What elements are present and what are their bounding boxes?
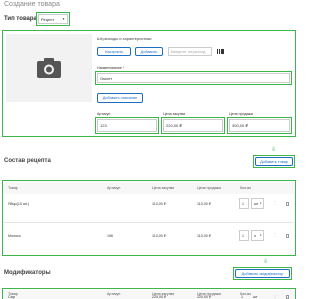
required-mark: * xyxy=(122,66,125,70)
recipe-row-2-qty: 1 xyxy=(242,233,244,238)
page-title: Создание товара xyxy=(4,1,60,8)
name-input[interactable]: Омлет xyxy=(97,73,290,83)
add-product-button[interactable]: Добавить товар xyxy=(255,157,293,166)
recipe-col-product: Товар xyxy=(8,186,18,190)
recipe-row-1-more-icon[interactable]: ⋮ xyxy=(273,200,277,205)
recipe-row-1-qty: 1 xyxy=(242,201,244,206)
barcode-placeholder: Введите штрихкод xyxy=(171,49,206,54)
settings-button[interactable]: Настроить xyxy=(97,47,131,56)
recipe-row-2-purchase: 110,00 ₽ xyxy=(152,234,167,238)
add-barcode-button[interactable]: Добавить xyxy=(135,47,163,56)
camera-icon xyxy=(37,58,61,78)
recipe-row-1-unit-select[interactable]: шт ▼ xyxy=(251,198,264,209)
recipe-row-2-sale: 110,00 ₽ xyxy=(197,234,212,238)
purchase-price-label: Цена закупки xyxy=(163,112,186,116)
modifiers-row-1-qty[interactable]: 1 xyxy=(241,295,243,299)
recipe-row-2-delete-icon[interactable] xyxy=(286,234,289,238)
article-input[interactable]: 123 xyxy=(97,119,157,132)
modifiers-title: Модификаторы xyxy=(4,270,51,276)
modifiers-row-1-delete-icon[interactable] xyxy=(286,295,289,299)
add-description-button[interactable]: Добавить описание xyxy=(97,93,143,103)
modifiers-row-1-unit[interactable]: шт xyxy=(253,295,258,299)
product-type-value: Рецепт xyxy=(41,16,55,22)
recipe-title: Состав рецепта xyxy=(4,158,51,164)
modifiers-row-1-purchase: 220,00 ₽ xyxy=(152,295,167,299)
recipe-row-1-purchase: 110,00 ₽ xyxy=(152,202,167,206)
recipe-row-2-article: 196 xyxy=(107,234,113,238)
chevron-down-icon: ▼ xyxy=(62,17,65,21)
recipe-row-1-sale: 110,00 ₽ xyxy=(197,202,212,206)
recipe-row-2-product: Молоко xyxy=(8,234,21,238)
chevron-down-icon: ▼ xyxy=(259,234,262,237)
article-value: 123 xyxy=(100,123,107,128)
name-label-text: Наименование xyxy=(97,66,122,70)
modifiers-row-1-more-icon[interactable]: ⋮ xyxy=(273,295,277,299)
product-type-label: Тип товара xyxy=(4,16,37,22)
sale-price-input[interactable]: 300,00 ₽ xyxy=(229,119,290,132)
recipe-row-1-product: Яйцо(10 шт.) xyxy=(8,202,30,206)
barcode-input[interactable]: Введите штрихкод xyxy=(168,47,212,56)
modifiers-row-1: Сыр 220,00 ₽ 220,00 ₽ 1 шт ⋮ xyxy=(4,295,294,299)
name-label: Наименование * xyxy=(97,66,124,70)
modifiers-row-1-sale: 220,00 ₽ xyxy=(197,295,212,299)
barcodes-label: Штрихкоды и характеристики xyxy=(97,36,152,41)
add-modifier-button[interactable]: Добавить модификатор xyxy=(235,269,290,278)
purchase-price-input[interactable]: 220,00 ₽ xyxy=(163,119,223,132)
recipe-col-sale: Цена продажи xyxy=(197,186,222,190)
photo-placeholder[interactable] xyxy=(6,34,92,102)
recipe-row-2-qty-input[interactable]: 1 xyxy=(239,230,249,241)
recipe-row-1-unit: шт xyxy=(254,201,259,206)
sale-price-value: 300,00 ₽ xyxy=(232,123,248,128)
recipe-row-2-unit: л xyxy=(254,233,257,238)
sale-price-label: Цена продажи xyxy=(229,112,254,116)
recipe-row-2-unit-select[interactable]: л ▼ xyxy=(251,230,264,241)
chevron-down-icon: ▼ xyxy=(259,202,262,205)
modifiers-row-1-product: Сыр xyxy=(8,295,16,299)
recipe-col-article: Артикул xyxy=(107,186,121,190)
name-value: Омлет xyxy=(100,75,113,81)
article-label: Артикул xyxy=(97,112,111,116)
purchase-price-value: 220,00 ₽ xyxy=(166,123,182,128)
arrow-down-icon: ⇩ xyxy=(263,259,269,265)
recipe-row-1-delete-icon[interactable] xyxy=(286,202,289,206)
recipe-row-1-qty-input[interactable]: 1 xyxy=(239,198,249,209)
product-type-select[interactable]: Рецепт ▼ xyxy=(38,14,68,24)
barcode-scan-icon[interactable] xyxy=(216,48,225,55)
arrow-down-icon: ⇩ xyxy=(271,147,277,153)
recipe-row-2-more-icon[interactable]: ⋮ xyxy=(273,232,277,237)
recipe-col-qty: Кол-во xyxy=(240,186,252,190)
recipe-col-purchase: Цена закупки xyxy=(152,186,175,190)
recipe-row-divider xyxy=(4,222,294,223)
